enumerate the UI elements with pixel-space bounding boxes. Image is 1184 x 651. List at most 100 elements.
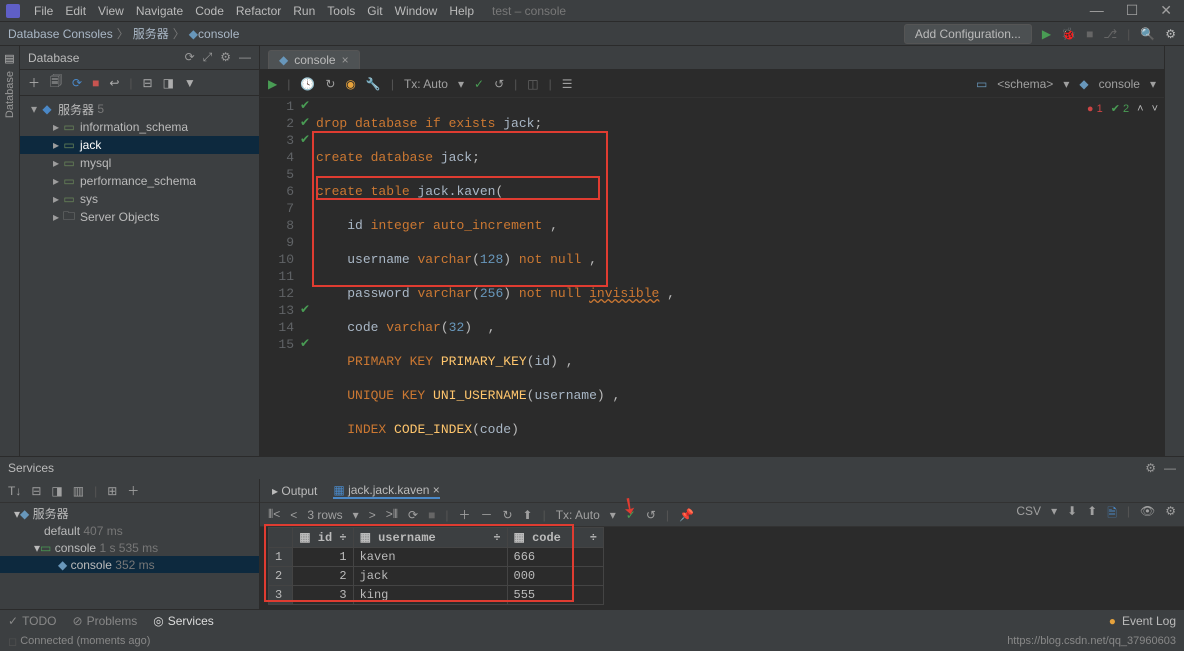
commit2-icon[interactable]: ✓ [626,508,636,522]
debug-icon[interactable]: 🐞 [1061,27,1076,41]
remove-row-icon[interactable]: － [480,506,492,523]
execute-icon[interactable]: ▶ [268,77,277,91]
commit-icon[interactable]: ✓ [474,77,484,91]
editor-tab-console[interactable]: ◆ console × [268,50,360,69]
reload-icon[interactable]: ⟳ [408,508,418,522]
table-row[interactable]: 33king555 [269,586,604,605]
collapse-icon[interactable]: ⊟ [31,484,41,498]
explain-icon[interactable]: ◉ [345,77,355,91]
db-item-information-schema[interactable]: information_schema [80,120,188,134]
expand-all-icon[interactable]: ⊞ [107,484,117,498]
view-settings-icon[interactable]: 👁 [1140,504,1155,525]
first-page-icon[interactable]: ⦀< [268,507,280,522]
rollback2-icon[interactable]: ↺ [646,508,656,522]
stop2-icon[interactable]: ■ [428,508,435,522]
isolation-icon[interactable]: ◫ [527,77,538,91]
tx-mode-2[interactable]: Tx: Auto [556,508,600,522]
col-id[interactable]: ▦ id ÷ [293,528,353,548]
db-item-mysql[interactable]: mysql [80,156,111,170]
run-icon[interactable]: ▶ [1042,27,1051,41]
tab-todo[interactable]: ✓ TODO [8,614,57,628]
rollback-icon[interactable]: ↻ [325,77,335,91]
rows-label[interactable]: 3 rows [307,508,342,522]
hide-icon[interactable]: — [1164,461,1176,475]
stop-icon[interactable]: ■ [1086,27,1093,41]
sync-icon[interactable]: ⟳ [185,50,195,65]
filter-text-icon[interactable]: T↓ [8,484,21,498]
menu-git[interactable]: Git [361,4,388,18]
menu-code[interactable]: Code [189,4,230,18]
menu-refactor[interactable]: Refactor [230,4,287,18]
tab-event-log[interactable]: Event Log [1122,614,1176,628]
stop-icon[interactable]: ■ [92,76,99,90]
db-root[interactable]: 服务器 [58,101,94,118]
commit-row-icon[interactable]: ⬆ [523,508,533,522]
console-select[interactable]: console [1099,77,1140,91]
menu-help[interactable]: Help [443,4,480,18]
gear-icon[interactable]: ⚙ [220,50,231,65]
refresh-icon[interactable]: ⟳ [72,76,82,90]
revert-tx-icon[interactable]: ↺ [494,77,504,91]
prev-page-icon[interactable]: < [290,508,297,522]
group-icon[interactable]: ▥ [73,484,84,498]
menu-view[interactable]: View [92,4,130,18]
git-branch-icon[interactable]: ⎇ [1103,27,1117,41]
tab-services[interactable]: ◎ Services [153,614,214,628]
duplicate-icon[interactable]: 🗐 [50,72,62,93]
db-item-performance-schema[interactable]: performance_schema [80,174,196,188]
add-svc-icon[interactable]: ＋ [127,482,139,499]
add-configuration-button[interactable]: Add Configuration... [904,24,1032,44]
db-item-server-objects[interactable]: Server Objects [80,210,159,224]
table-row[interactable]: 22jack000 [269,567,604,586]
minimize-icon[interactable]: — [1090,2,1104,19]
result-tab[interactable]: ▦ jack.jack.kaven × [333,483,439,499]
last-page-icon[interactable]: >⦀ [386,507,398,522]
db-item-jack[interactable]: jack [80,138,101,152]
next-page-icon[interactable]: > [369,508,376,522]
code-area[interactable]: ● 1 ✔ 2 ˄ ˅ 123456789101112131415 ✔✔✔✔✔ … [260,98,1164,456]
db-item-sys[interactable]: sys [80,192,98,206]
menu-run[interactable]: Run [287,4,321,18]
services-tree[interactable]: T↓ ⊟ ◨ ▥ | ⊞ ＋ ▾◆ 服务器 default 407 ms ▾▭ … [0,479,260,609]
view-icon[interactable]: ◨ [163,76,174,90]
tab-problems[interactable]: ⊘ Problems [73,614,138,628]
menu-edit[interactable]: Edit [59,4,92,18]
revert-icon[interactable]: ↩ [109,76,119,90]
output-tab[interactable]: ▸ Output [272,484,317,498]
pin-icon[interactable]: 📌 [679,508,694,522]
revert-row-icon[interactable]: ↻ [502,508,512,522]
settings-icon[interactable]: ⚙ [1165,27,1176,41]
database-tool-label[interactable]: Database [4,71,16,118]
settings-query-icon[interactable]: ☰ [562,77,573,91]
col-username[interactable]: ▦ username ÷ [353,528,507,548]
schema-select[interactable]: <schema> [997,77,1053,91]
tx-mode[interactable]: Tx: Auto [404,77,448,91]
table-settings-icon[interactable]: ⚙ [1165,504,1176,525]
col-code[interactable]: ▦ code ÷ [507,528,603,548]
filter-icon[interactable]: ▼ [184,76,196,90]
menu-file[interactable]: File [28,4,59,18]
crumb-0[interactable]: Database Consoles [8,27,113,41]
menu-window[interactable]: Window [389,4,444,18]
tree-view-icon[interactable]: ◨ [51,484,62,498]
crumb-2[interactable]: console [198,27,239,41]
hide-icon[interactable]: — [239,50,251,65]
csv-export[interactable]: CSV [1016,504,1041,525]
result-table[interactable]: ▦ id ÷ ▦ username ÷ ▦ code ÷ 11kaven666 … [268,527,604,605]
database-tree[interactable]: ▾◆服务器 5 ▸▭information_schema ▸▭jack ▸▭my… [20,96,259,230]
close-icon[interactable]: ✕ [1160,2,1172,19]
download-icon[interactable]: ⬇ [1067,504,1077,525]
collapse-all-icon[interactable]: ⊟ [143,76,153,90]
menu-navigate[interactable]: Navigate [130,4,189,18]
add-icon[interactable]: ＋ [28,74,40,91]
menu-tools[interactable]: Tools [321,4,361,18]
upload-icon[interactable]: ⬆ [1087,504,1097,525]
gear-icon[interactable]: ⚙ [1145,461,1156,475]
search-icon[interactable]: 🔍 [1140,27,1155,41]
dump-icon[interactable]: 🗎 [1107,504,1117,525]
expand-icon[interactable]: ⤢ [203,50,213,65]
history-icon[interactable]: 🕓 [300,77,315,91]
table-row[interactable]: 11kaven666 [269,548,604,567]
wrench-icon[interactable]: 🔧 [366,77,381,91]
database-tool-icon[interactable]: ▤ [4,52,14,65]
